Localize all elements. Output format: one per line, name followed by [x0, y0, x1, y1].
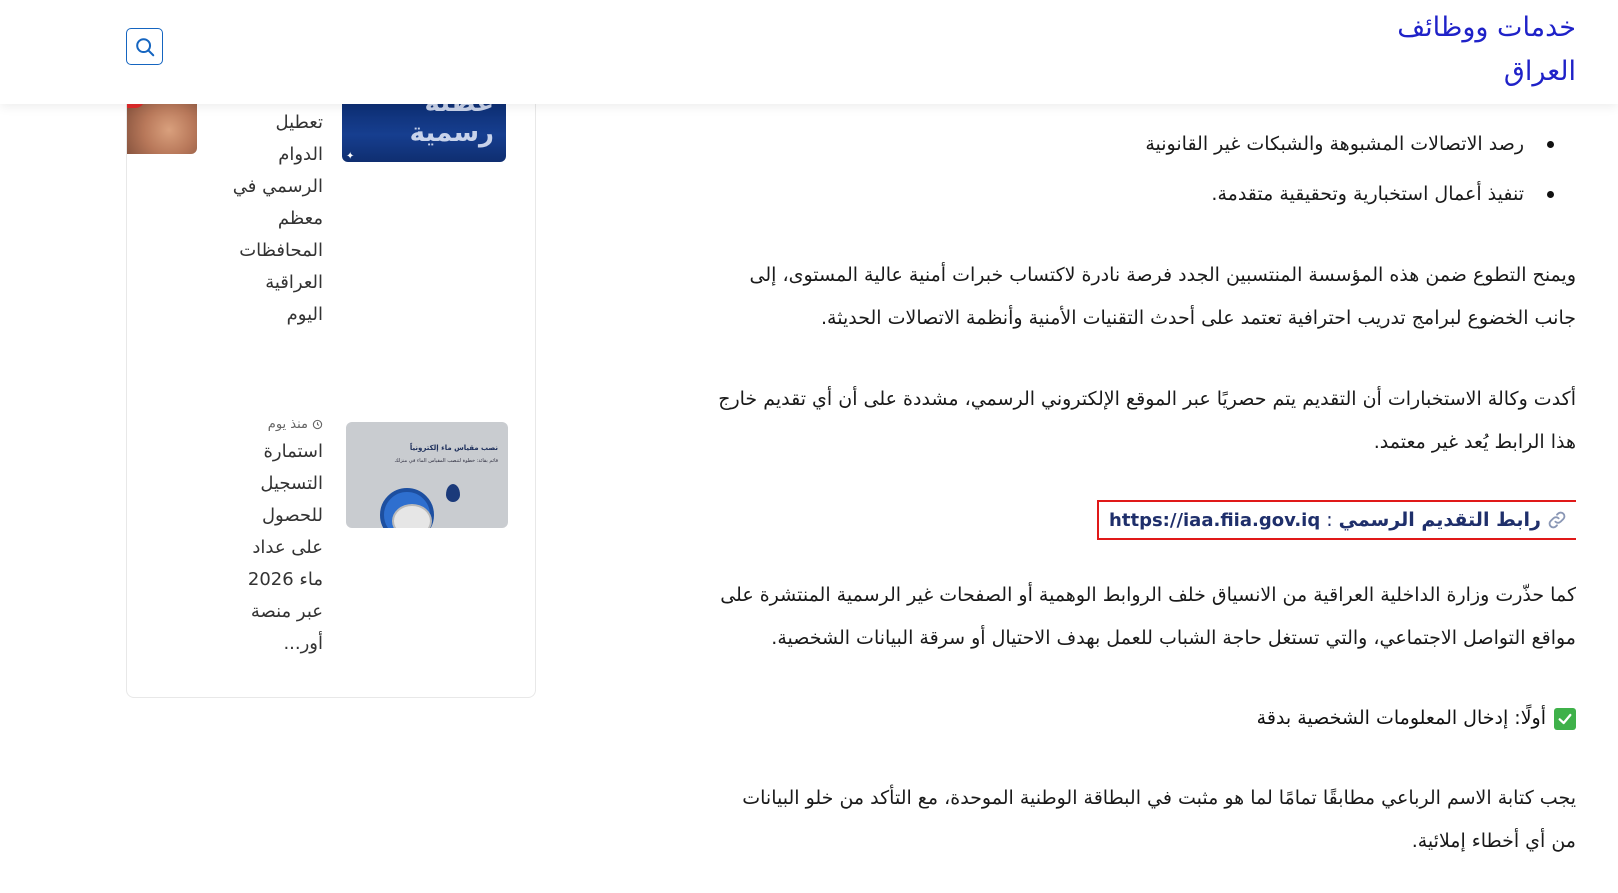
step-one-heading: أولًا: إدخال المعلومات الشخصية بدقة — [576, 697, 1576, 740]
step-one-text: أولًا: إدخال المعلومات الشخصية بدقة — [1256, 707, 1546, 729]
paragraph-name-instructions: يجب كتابة الاسم الرباعي مطابقًا تمامًا ل… — [742, 787, 1576, 852]
post2-meta: منذ يوم — [233, 417, 323, 432]
post1-thumbnail[interactable]: عطلة رسمية ✦ — [342, 94, 506, 162]
site-title-line2: العراق — [1503, 56, 1576, 87]
check-mark-icon — [1554, 707, 1576, 730]
bullet-list: رصد الاتصالات المشبوهة والشبكات غير القا… — [576, 119, 1576, 219]
post2-thumb-title: نصب مقياس ماء إلكترونياً — [409, 444, 498, 452]
official-link-url[interactable]: https://iaa.fiia.gov.iq — [1109, 510, 1320, 531]
search-button[interactable] — [126, 28, 163, 65]
post2-thumbnail[interactable]: نصب مقياس ماء إلكترونياً قائم بقائد: خطو… — [346, 422, 508, 528]
bullet-item: تنفيذ أعمال استخبارية وتحقيقية متقدمة. — [576, 169, 1576, 219]
bullet-item: رصد الاتصالات المشبوهة والشبكات غير القا… — [576, 119, 1576, 169]
site-title-line1: خدمات ووظائف — [1397, 12, 1576, 43]
link-colon: : — [1326, 509, 1333, 531]
clock-icon — [312, 419, 323, 430]
paragraph-warning: كما حذّرت وزارة الداخلية العراقية من الا… — [720, 584, 1576, 649]
link-icon — [1548, 511, 1566, 529]
post2-title-link[interactable]: استمارة التسجيل للحصول على عداد ماء 2026… — [223, 436, 323, 660]
search-icon — [135, 37, 154, 56]
sidebar-related-posts: عطلة رسمية ✦ تعطيل الدوام الرسمي في معظم… — [126, 94, 536, 698]
official-link-box: رابط التقديم الرسمي : https://iaa.fiia.g… — [1097, 500, 1576, 540]
sparkle-icon: ✦ — [346, 151, 355, 162]
official-link-label: رابط التقديم الرسمي — [1338, 509, 1541, 531]
site-header: خدمات ووظائف العراق — [0, 0, 1618, 104]
official-link-row: رابط التقديم الرسمي : https://iaa.fiia.g… — [576, 500, 1576, 540]
water-drop-icon — [446, 484, 460, 502]
paragraph-volunteer: ويمنح التطوع ضمن هذه المؤسسة المنتسبين ا… — [749, 264, 1576, 329]
article-body: رصد الاتصالات المشبوهة والشبكات غير القا… — [576, 104, 1576, 893]
paragraph-official-site: أكدت وكالة الاستخبارات أن التقديم يتم حص… — [718, 388, 1576, 453]
post1-title-link[interactable]: تعطيل الدوام الرسمي في معظم المحافظات ال… — [223, 107, 323, 331]
post2-thumb-sub: قائم بقائد: خطوة لتنصب المقياس الماء في … — [394, 458, 498, 464]
post2-time: منذ يوم — [267, 417, 308, 432]
site-title-link[interactable]: خدمات ووظائف العراق — [1336, 6, 1576, 94]
